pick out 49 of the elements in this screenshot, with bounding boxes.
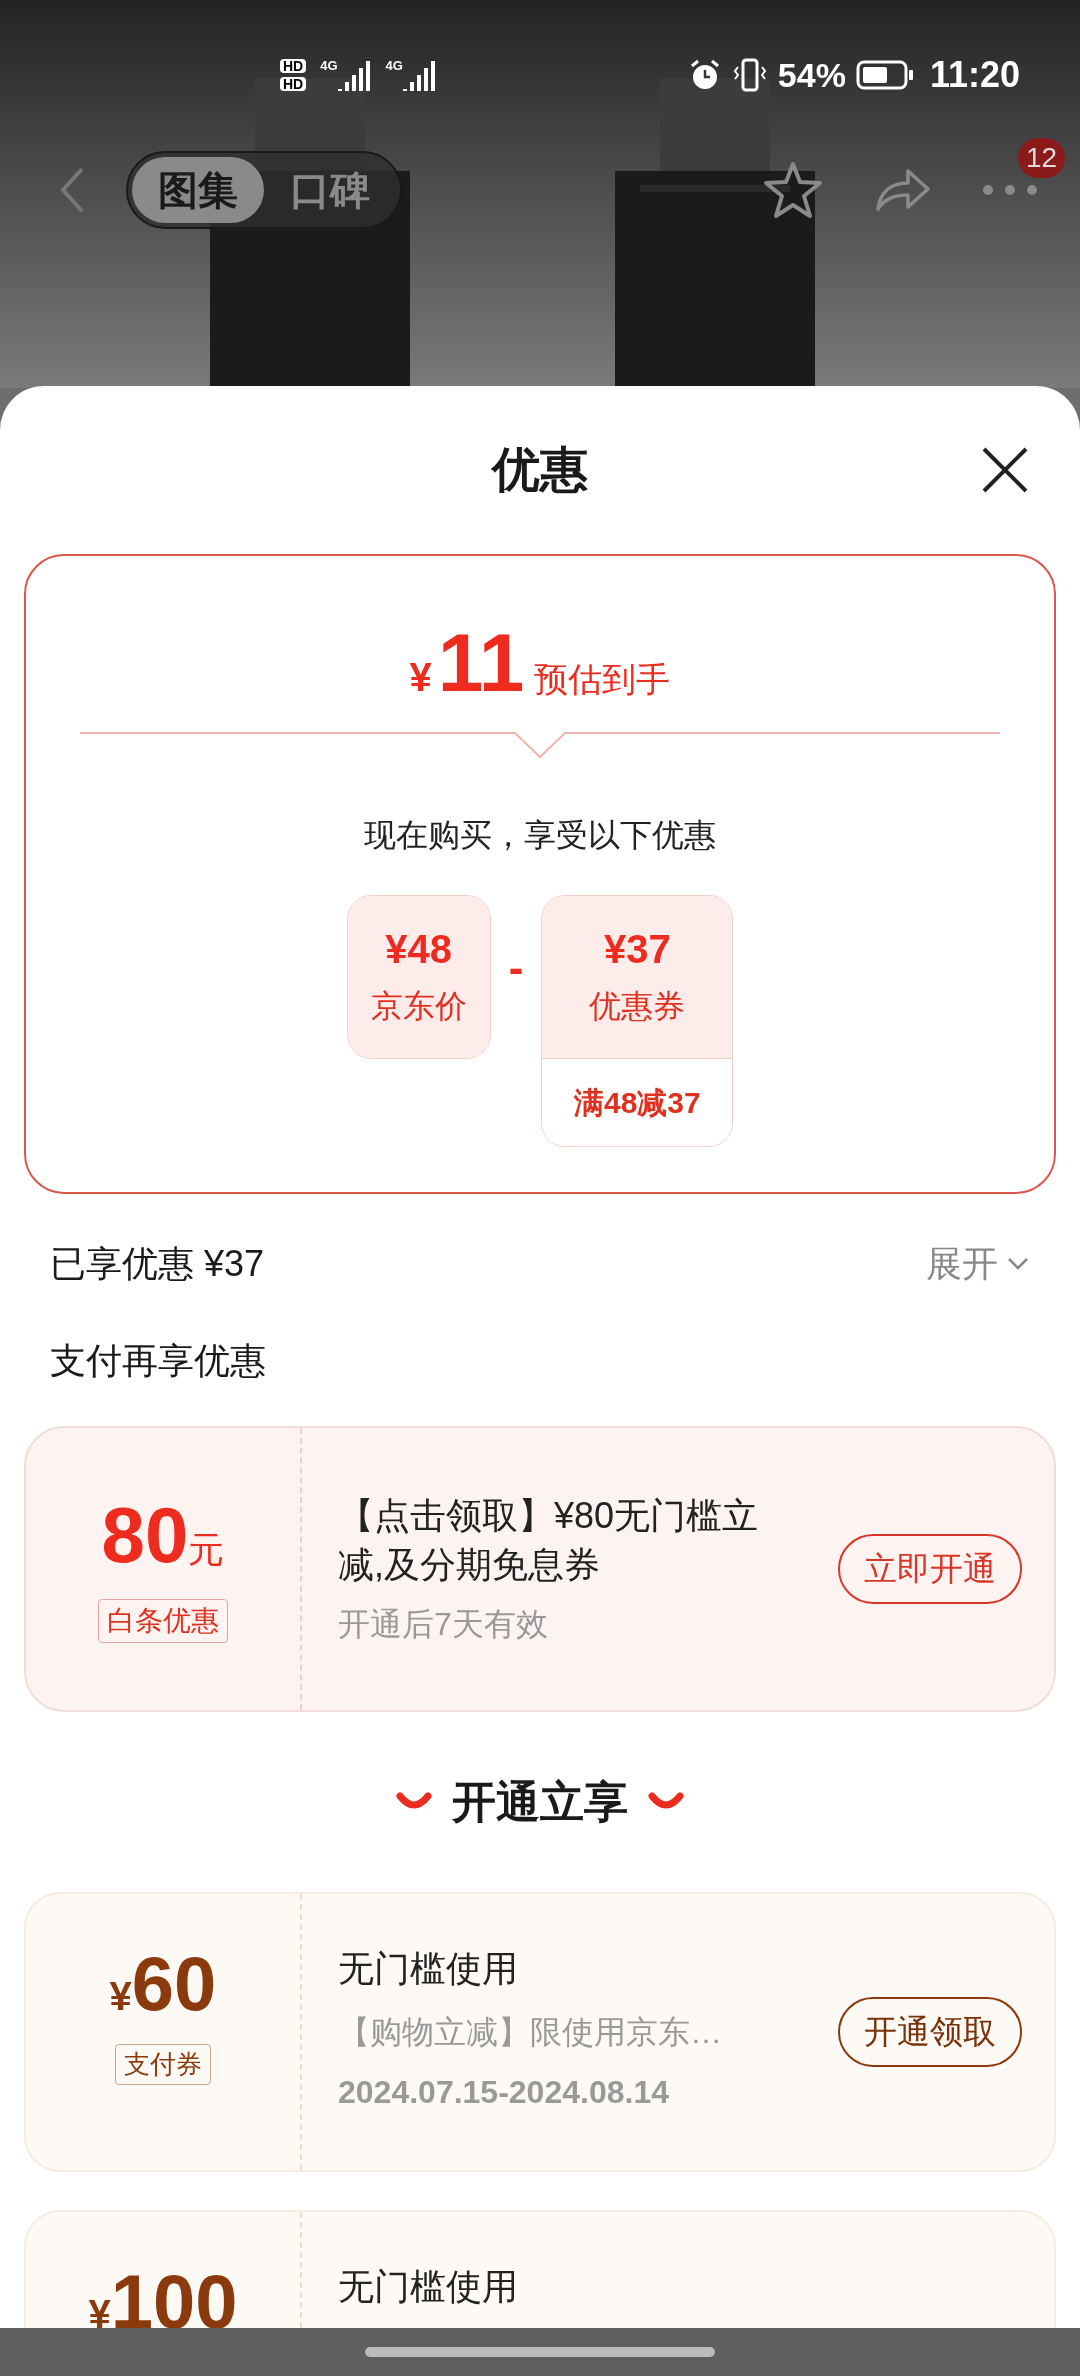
expand-toggle[interactable]: 展开 (926, 1237, 1030, 1291)
network-label: 4G (320, 59, 338, 72)
battery-percent: 54% (777, 54, 846, 96)
battery-icon (855, 60, 914, 90)
more-icon[interactable] (980, 184, 1040, 196)
coupon-description: 【购物立减】限使用京东… (338, 2013, 723, 2052)
tab[interactable]: 口碑 (264, 157, 396, 223)
back-icon[interactable] (58, 165, 86, 215)
estimated-price: 11 (437, 622, 525, 704)
section-title: 支付再享优惠 (49, 1339, 267, 1383)
discount-price: ¥48 (385, 926, 453, 973)
star-icon[interactable] (762, 160, 824, 220)
coupon-date: 2024.07.15-2024.08.14 (338, 2073, 670, 2112)
signal-icon (337, 59, 372, 91)
chevron-icon (1006, 1256, 1030, 1272)
discount-price: ¥37 (603, 926, 671, 973)
activate-button[interactable]: 立即开通 (838, 1534, 1022, 1604)
network-label: 4G (385, 59, 403, 72)
estimate-label: 预估到手 (534, 659, 671, 700)
sheet-title: 优惠 (492, 442, 588, 498)
share-icon[interactable] (874, 167, 930, 213)
currency-symbol: ¥ (109, 1974, 132, 2020)
sim-label: HD (280, 77, 307, 91)
coupon-title: 无门槛使用 (338, 2265, 519, 2309)
baitiao-note: 开通后7天有效 (338, 1604, 549, 1644)
discount-label: 优惠券 (589, 987, 686, 1026)
close-icon[interactable] (980, 445, 1030, 495)
enjoyed-discount: 已享优惠 ¥37 (50, 1242, 265, 1286)
signal-icon (402, 59, 437, 91)
coupon-tag: 支付券 (115, 2044, 211, 2085)
baitiao-title: 【点击领取】¥80无门槛立减,及分期免息券 (338, 1493, 760, 1587)
discount-note: 满48减37 (573, 1085, 701, 1121)
baitiao-tag: 白条优惠 (98, 1598, 228, 1643)
minus-sign: - (508, 942, 524, 994)
clock-time: 11:20 (929, 53, 1020, 97)
vibrate-icon (731, 57, 768, 93)
intro-text: 现在购买，享受以下优惠 (364, 816, 716, 855)
section-title: 开通立享 (452, 1776, 628, 1828)
claim-button[interactable]: 开通领取 (838, 1997, 1022, 2067)
tab[interactable]: 图集 (132, 157, 264, 223)
discount-label: 京东价 (370, 987, 467, 1026)
coupon-amount: 60 (131, 1946, 217, 2022)
currency-symbol: ¥ (88, 2292, 111, 2338)
coupon-title: 无门槛使用 (338, 1947, 519, 1991)
amount-unit: 元 (188, 1527, 225, 1572)
coupon-amount: 100 (110, 2264, 238, 2340)
currency-symbol: ¥ (409, 654, 432, 701)
baitiao-amount: 80 (101, 1495, 189, 1574)
sim-label: HD (280, 59, 307, 73)
